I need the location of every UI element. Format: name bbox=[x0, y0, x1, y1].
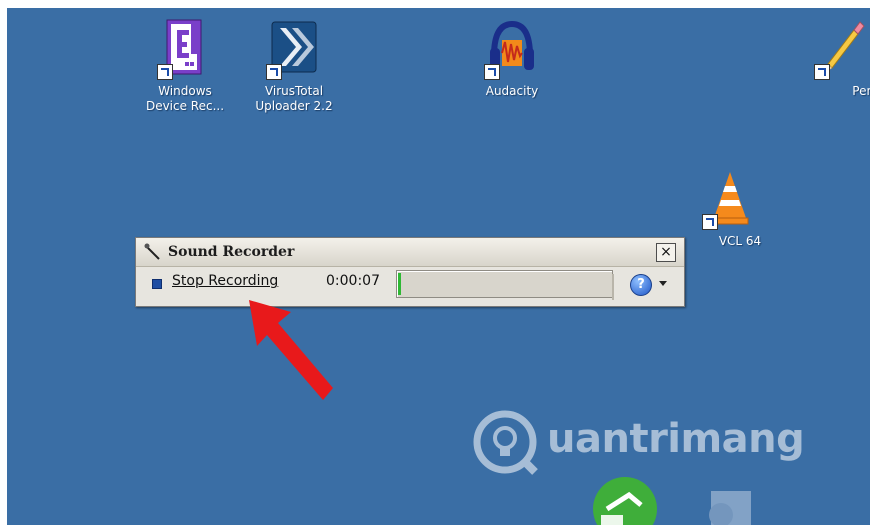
audacity-icon bbox=[484, 18, 536, 80]
windows-device-recovery-icon bbox=[157, 18, 209, 80]
sound-recorder-window: Sound Recorder × Stop Recording 0:00:07 … bbox=[135, 237, 685, 307]
desktop-icon-audacity[interactable]: Audacity bbox=[462, 18, 562, 99]
dropdown-arrow-icon[interactable] bbox=[659, 281, 667, 286]
bottom-partial-icons bbox=[593, 477, 751, 525]
desktop-icon-label: VirusTotal Uploader 2.2 bbox=[255, 84, 333, 113]
meter-divider bbox=[612, 274, 614, 300]
audio-level-meter bbox=[396, 270, 614, 300]
stop-recording-button[interactable]: Stop Recording bbox=[172, 273, 278, 289]
shortcut-arrow-icon bbox=[702, 214, 718, 230]
lightbulb-logo-icon bbox=[473, 410, 538, 475]
title-bar[interactable]: Sound Recorder × bbox=[136, 238, 684, 267]
elapsed-time: 0:00:07 bbox=[326, 273, 380, 289]
recorder-toolbar: Stop Recording 0:00:07 ? bbox=[136, 267, 684, 305]
desktop-icon-vlc[interactable]: VCL 64 bbox=[680, 168, 780, 249]
desktop-icon-label: Penci bbox=[852, 84, 870, 98]
shortcut-arrow-icon bbox=[157, 64, 173, 80]
watermark-text: uantrimang bbox=[547, 416, 805, 462]
shortcut-arrow-icon bbox=[484, 64, 500, 80]
desktop-icon-virustotal-uploader[interactable]: VirusTotal Uploader 2.2 bbox=[244, 18, 344, 114]
desktop-icon-label: Windows Device Rec... bbox=[145, 84, 225, 113]
stop-icon bbox=[152, 279, 162, 289]
help-button[interactable]: ? bbox=[630, 274, 652, 296]
desktop-icon-label: Audacity bbox=[485, 84, 539, 98]
desktop-icon-pencil[interactable]: Penci bbox=[792, 18, 870, 99]
microphone-icon bbox=[144, 243, 162, 265]
pencil-icon bbox=[814, 18, 866, 80]
watermark: uantrimang bbox=[469, 408, 829, 478]
shortcut-arrow-icon bbox=[601, 515, 623, 525]
desktop-icon-label: VCL 64 bbox=[718, 234, 762, 248]
desktop: Windows Device Rec... VirusTotal Uploade… bbox=[7, 8, 870, 525]
annotation-arrow bbox=[249, 300, 333, 400]
virustotal-uploader-icon bbox=[266, 18, 318, 80]
audio-level-fill bbox=[398, 273, 401, 295]
gear-document-icon bbox=[709, 491, 751, 525]
window-title: Sound Recorder bbox=[168, 244, 295, 260]
desktop-icon-windows-device-recovery[interactable]: Windows Device Rec... bbox=[135, 18, 235, 114]
vlc-icon bbox=[702, 168, 754, 230]
close-button[interactable]: × bbox=[656, 243, 676, 262]
shortcut-arrow-icon bbox=[814, 64, 830, 80]
shortcut-arrow-icon bbox=[266, 64, 282, 80]
